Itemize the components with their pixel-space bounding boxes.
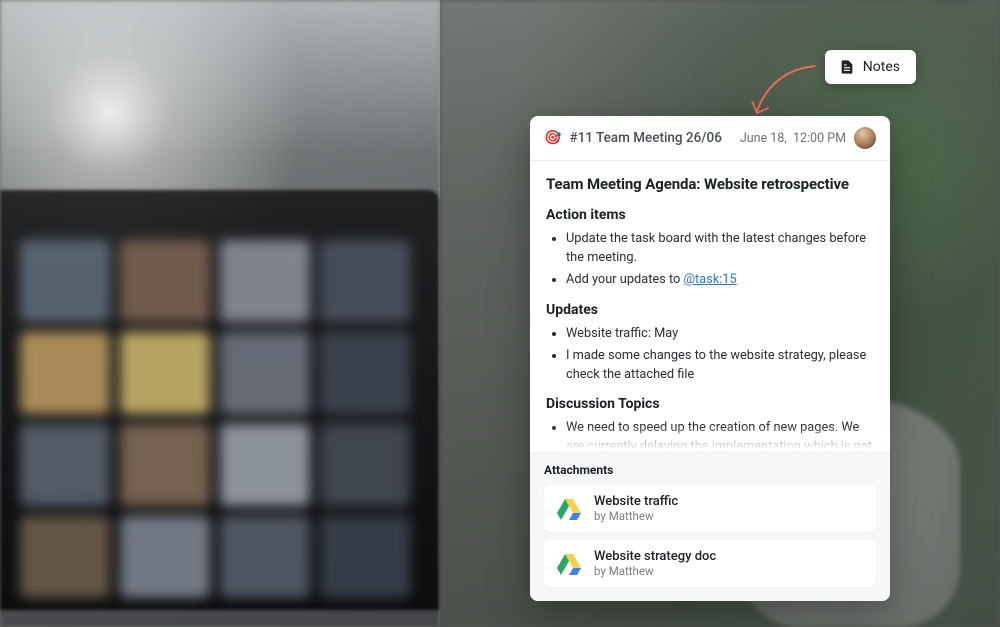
avatar[interactable] [854, 127, 876, 149]
attachments-heading: Attachments [544, 463, 876, 477]
attachment-name: Website traffic [594, 494, 678, 509]
gdrive-icon [556, 551, 582, 577]
card-emoji-icon: 🎯 [544, 130, 561, 146]
notes-button[interactable]: Notes [825, 50, 916, 84]
section-heading-action-items: Action items [546, 207, 874, 223]
section-heading-discussion: Discussion Topics [546, 396, 874, 412]
card-body: Team Meeting Agenda: Website retrospecti… [530, 161, 890, 452]
list-item: Website traffic: May [566, 324, 874, 343]
screenshot-stage: Notes 🎯 #11 Team Meeting 26/06 June 18, … [0, 0, 1000, 627]
attachment-byline: by Matthew [594, 509, 678, 523]
attachments-section: Attachments Website traffic by Matthew [530, 452, 890, 601]
action-items-list: Update the task board with the latest ch… [546, 229, 874, 290]
list-item: We need to speed up the creation of new … [566, 418, 874, 452]
discussion-list: We need to speed up the creation of new … [546, 418, 874, 452]
notes-button-label: Notes [863, 59, 900, 75]
attachment-byline: by Matthew [594, 564, 716, 578]
card-header: 🎯 #11 Team Meeting 26/06 June 18, 12:00 … [530, 116, 890, 161]
task-link[interactable]: @task:15 [683, 272, 736, 287]
attachment-item[interactable]: Website strategy doc by Matthew [544, 540, 876, 587]
list-item: Add your updates to @task:15 [566, 270, 874, 289]
section-heading-updates: Updates [546, 302, 874, 318]
attachment-name: Website strategy doc [594, 549, 716, 564]
card-date: June 18, 12:00 PM [740, 131, 846, 146]
agenda-title: Team Meeting Agenda: Website retrospecti… [546, 175, 874, 193]
updates-list: Website traffic: May I made some changes… [546, 324, 874, 385]
attachment-item[interactable]: Website traffic by Matthew [544, 485, 876, 532]
background-video-grid [0, 220, 430, 580]
gdrive-icon [556, 496, 582, 522]
list-item: I made some changes to the website strat… [566, 346, 874, 384]
meeting-note-card: 🎯 #11 Team Meeting 26/06 June 18, 12:00 … [530, 116, 890, 601]
card-title: #11 Team Meeting 26/06 [569, 130, 721, 146]
document-icon [839, 59, 855, 75]
list-item: Update the task board with the latest ch… [566, 229, 874, 267]
